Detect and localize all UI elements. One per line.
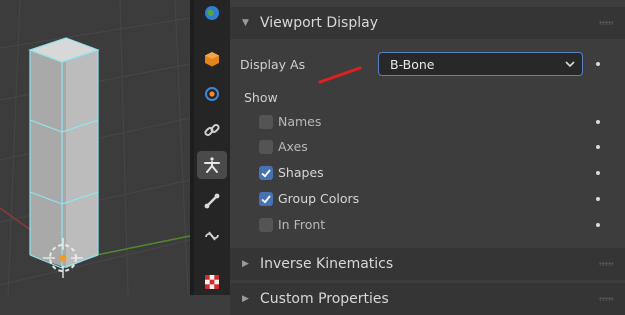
- panel-title: Viewport Display: [260, 15, 378, 31]
- checkmark-icon: [261, 195, 271, 204]
- drag-grip-icon[interactable]: [599, 21, 613, 25]
- viewport-display-panel-header[interactable]: ▼ Viewport Display: [230, 7, 625, 39]
- keyframe-dot-icon[interactable]: [596, 223, 600, 227]
- checkbox[interactable]: [259, 218, 273, 232]
- checkbox-checked[interactable]: [259, 166, 273, 180]
- keyframe-dot-icon[interactable]: [596, 62, 600, 66]
- physics-icon[interactable]: [197, 80, 227, 108]
- display-as-dropdown[interactable]: B-Bone: [378, 52, 583, 76]
- custom-properties-panel-header[interactable]: ▶ Custom Properties: [230, 283, 625, 315]
- option-label: Names: [278, 114, 322, 129]
- world-icon[interactable]: [197, 0, 227, 27]
- bone-icon[interactable]: [197, 187, 227, 215]
- annotation-arrow: [318, 66, 362, 84]
- chevron-down-icon: ▼: [242, 18, 249, 28]
- display-as-label: Display As: [240, 57, 306, 72]
- panel-title: Custom Properties: [260, 291, 389, 307]
- checkbox[interactable]: [259, 140, 273, 154]
- display-as-value: B-Bone: [390, 57, 435, 72]
- drag-grip-icon[interactable]: [599, 297, 613, 301]
- option-label: Group Colors: [278, 191, 360, 206]
- bone-constraint-icon[interactable]: [197, 222, 227, 250]
- keyframe-dot-icon[interactable]: [596, 171, 600, 175]
- constraint-icon[interactable]: [197, 116, 227, 144]
- chevron-down-icon: [565, 61, 575, 68]
- option-label: Shapes: [278, 165, 324, 180]
- keyframe-dot-icon[interactable]: [596, 120, 600, 124]
- texture-icon[interactable]: [197, 268, 227, 296]
- checkmark-icon: [261, 169, 271, 178]
- armature-data-icon[interactable]: [197, 151, 227, 179]
- panel-title: Inverse Kinematics: [260, 256, 394, 272]
- option-label: In Front: [278, 217, 326, 232]
- checkbox[interactable]: [259, 115, 273, 129]
- checkbox-checked[interactable]: [259, 192, 273, 206]
- properties-editor: ▼ Viewport Display Display As B-Bone Sho…: [230, 0, 625, 315]
- chevron-right-icon: ▶: [242, 259, 249, 269]
- properties-tab-bar: [194, 0, 230, 295]
- chevron-right-icon: ▶: [242, 294, 249, 304]
- keyframe-dot-icon[interactable]: [596, 145, 600, 149]
- keyframe-dot-icon[interactable]: [596, 197, 600, 201]
- option-label: Axes: [278, 139, 308, 154]
- drag-grip-icon[interactable]: [599, 262, 613, 266]
- 3d-viewport[interactable]: [0, 0, 190, 295]
- viewport-scene: [0, 0, 190, 295]
- show-label: Show: [244, 90, 278, 105]
- object-icon[interactable]: [197, 45, 227, 73]
- inverse-kinematics-panel-header[interactable]: ▶ Inverse Kinematics: [230, 248, 625, 280]
